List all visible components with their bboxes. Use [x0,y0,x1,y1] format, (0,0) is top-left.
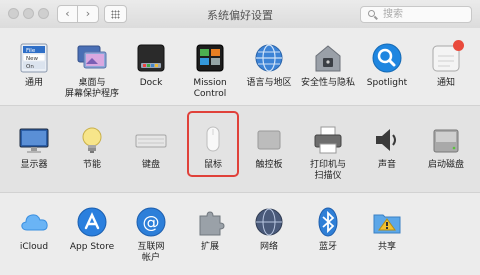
sharing-icon [371,206,403,238]
icloud-icon [18,206,50,238]
sound-icon [371,124,403,156]
notification-badge [453,40,464,51]
pref-security-privacy[interactable]: 安全性与隐私 [298,42,358,89]
pref-desktop-screensaver[interactable]: 桌面与 屏幕保护程序 [62,42,122,100]
pref-extensions[interactable]: 扩展 [180,206,240,253]
pref-label: App Store [69,242,115,252]
pref-app-store[interactable]: App Store [62,206,122,253]
pref-spotlight[interactable]: Spotlight [357,42,417,89]
displays-icon [18,124,50,156]
pref-label: 互联网 帐户 [137,242,165,263]
desktop-screensaver-icon [76,42,108,74]
general-icon-new: New [26,56,38,62]
pref-label: 网络 [259,242,278,252]
pref-label: iCloud [19,242,49,252]
pref-label: Spotlight [366,78,408,88]
selection-highlight [187,111,239,177]
pref-label: 触控板 [255,160,283,170]
pref-label: 蓝牙 [318,242,337,252]
search-field[interactable]: 搜索 [360,6,472,23]
pref-sound[interactable]: 声音 [357,124,417,171]
pref-energy-saver[interactable]: 节能 [62,124,122,171]
pref-sharing[interactable]: 共享 [357,206,417,253]
search-placeholder: 搜索 [383,9,403,20]
search-icon [368,10,375,17]
title-bar: ‹ › 系统偏好设置 搜索 [0,0,480,29]
pref-notifications[interactable]: 通知 [416,40,476,89]
pref-label: 通用 [24,78,43,88]
system-preferences-window: ‹ › 系统偏好设置 搜索 File New On 通用 桌面与 屏幕保护程序 … [0,0,480,275]
pref-label: Dock [139,78,163,88]
energy-saver-icon [76,124,108,156]
pref-label: 键盘 [141,160,160,170]
pref-dock[interactable]: Dock [121,42,181,89]
general-icon-on: On [26,64,34,70]
pref-label: 启动磁盘 [427,160,464,170]
pref-startup-disk[interactable]: 启动磁盘 [416,124,476,171]
pref-language-region[interactable]: 语言与地区 [239,42,299,89]
dock-icon [135,42,167,74]
pref-icloud[interactable]: iCloud [4,206,64,253]
trackpad-icon [253,124,285,156]
spotlight-icon [371,42,403,74]
keyboard-icon [135,124,167,156]
security-privacy-icon [312,42,344,74]
pref-printers-scanners[interactable]: 打印机与 扫描仪 [298,124,358,182]
pref-internet-accounts[interactable]: @ 互联网 帐户 [121,206,181,264]
pref-label: 节能 [82,160,101,170]
internet-accounts-icon: @ [135,206,167,238]
pref-label: 通知 [436,78,455,88]
language-region-icon [253,42,285,74]
mission-control-icon [194,42,226,74]
pref-trackpad[interactable]: 触控板 [239,124,299,171]
general-icon: File New On [18,42,50,74]
network-icon [253,206,285,238]
svg-text:@: @ [143,213,160,233]
pref-label: 安全性与隐私 [300,78,355,88]
startup-disk-icon [430,124,462,156]
app-store-icon [76,206,108,238]
pref-label: 显示器 [20,160,48,170]
pref-label: 共享 [377,242,396,252]
pref-mission-control[interactable]: Mission Control [180,42,240,100]
general-icon-file: File [26,48,36,54]
notifications-icon [430,40,464,74]
pref-label: 桌面与 屏幕保护程序 [64,78,119,99]
pref-label: 语言与地区 [246,78,292,88]
pref-label: Mission Control [193,78,227,99]
bluetooth-icon [312,206,344,238]
pref-bluetooth[interactable]: 蓝牙 [298,206,358,253]
pref-label: 打印机与 扫描仪 [309,160,346,181]
pref-label: 扩展 [200,242,219,252]
pref-displays[interactable]: 显示器 [4,124,64,171]
pref-label: 声音 [377,160,396,170]
pref-general[interactable]: File New On 通用 [4,42,64,89]
printers-scanners-icon [312,124,344,156]
pref-network[interactable]: 网络 [239,206,299,253]
extensions-icon [194,206,226,238]
pref-keyboard[interactable]: 键盘 [121,124,181,171]
